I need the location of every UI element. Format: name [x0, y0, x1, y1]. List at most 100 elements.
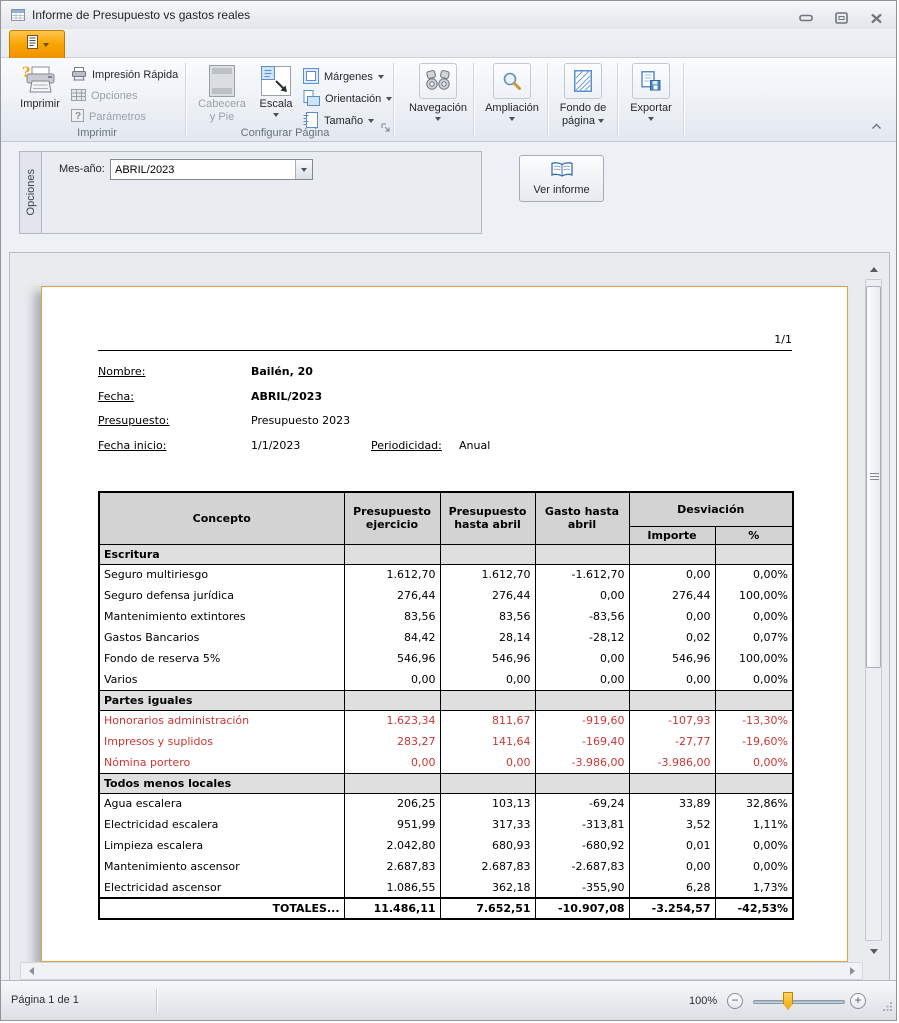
report-table-body: EscrituraSeguro multiriesgo1.612,701.612… [99, 544, 793, 919]
zoom-in-button[interactable]: + [850, 993, 866, 1009]
table-cell: Todos menos locales [99, 773, 344, 793]
col-header-importe: Importe [629, 526, 715, 544]
chevron-down-icon [378, 75, 384, 79]
chevron-down-icon [301, 168, 307, 172]
vertical-scrollbar-thumb[interactable] [866, 286, 881, 668]
zoom-slider-track[interactable] [753, 1000, 845, 1004]
table-cell: 206,25 [344, 793, 440, 814]
exportar-button[interactable]: Exportar [623, 63, 679, 121]
app-menu-icon [25, 34, 41, 55]
collapse-ribbon-icon[interactable] [871, 117, 882, 135]
table-row: Gastos Bancarios84,4228,14-28,120,020,07… [99, 627, 793, 648]
options-panel-tab[interactable]: Opciones [19, 151, 41, 234]
escala-button[interactable]: Escala [253, 61, 299, 117]
scroll-left-button[interactable] [23, 963, 39, 979]
table-cell: 283,27 [344, 731, 440, 752]
fondo-pagina-button[interactable]: Fondo de página [553, 63, 613, 128]
chevron-down-icon [43, 43, 49, 47]
table-cell: 2.042,80 [344, 835, 440, 856]
table-cell: 32,86% [715, 793, 793, 814]
table-cell: 0,00 [629, 669, 715, 690]
margenes-button[interactable]: Márgenes [303, 67, 384, 87]
table-cell: -69,24 [535, 793, 629, 814]
zoom-out-button[interactable]: − [727, 993, 743, 1009]
table-cell: 546,96 [344, 648, 440, 669]
vertical-scrollbar-track[interactable] [865, 279, 882, 941]
table-cell [629, 690, 715, 710]
button-separator [473, 63, 474, 137]
table-cell: 951,99 [344, 814, 440, 835]
table-cell: 0,00 [440, 752, 535, 773]
page-indicator: 1/1 [98, 333, 792, 351]
table-row: Electricidad escalera951,99317,33-313,81… [99, 814, 793, 835]
table-cell: Escritura [99, 544, 344, 564]
report-field-row: Fecha inicio: 1/1/2023 Periodicidad: Anu… [98, 439, 792, 455]
title-bar: Informe de Presupuesto vs gastos reales [1, 1, 896, 29]
table-row: Varios0,000,000,000,000,00% [99, 669, 793, 690]
imprimir-button[interactable]: ? Imprimir [13, 61, 67, 111]
table-cell: 0,00% [715, 835, 793, 856]
table-cell: 0,00% [715, 564, 793, 585]
table-cell: Agua escalera [99, 793, 344, 814]
scroll-right-button[interactable] [844, 963, 860, 979]
table-cell: -1.612,70 [535, 564, 629, 585]
impresion-rapida-button[interactable]: Impresión Rápida [71, 65, 178, 85]
scroll-down-button[interactable] [865, 943, 882, 959]
button-separator [683, 63, 684, 137]
navegacion-button[interactable]: Navegación [409, 63, 467, 121]
table-cell: -313,81 [535, 814, 629, 835]
table-row: Agua escalera206,25103,13-69,2433,8932,8… [99, 793, 793, 814]
chevron-down-icon [435, 117, 441, 121]
close-button[interactable] [866, 10, 886, 26]
orientacion-button[interactable]: Orientación [303, 89, 392, 109]
table-cell: 0,02 [629, 627, 715, 648]
resize-grip-icon[interactable] [882, 999, 893, 1017]
chevron-down-icon [509, 117, 515, 121]
vertical-scrollbar[interactable] [865, 261, 883, 959]
dialog-launcher-icon[interactable] [381, 119, 390, 137]
combobox-dropdown-button[interactable] [295, 160, 312, 179]
table-cell: -42,53% [715, 898, 793, 919]
svg-text:?: ? [22, 65, 30, 81]
table-cell [344, 690, 440, 710]
table-cell: 0,01 [629, 835, 715, 856]
col-header-desviacion: Desviación [629, 492, 793, 526]
app-menu-tab[interactable] [9, 30, 65, 58]
section-row: Todos menos locales [99, 773, 793, 793]
ver-informe-button[interactable]: Ver informe [519, 155, 604, 202]
report-table: Concepto Presupuesto ejercicio Presupues… [98, 491, 794, 920]
zoom-slider-thumb[interactable] [783, 992, 793, 1010]
mes-ano-combobox[interactable] [110, 159, 313, 180]
table-cell: 6,28 [629, 877, 715, 898]
horizontal-scrollbar[interactable] [20, 962, 863, 980]
ribbon-tab-strip [1, 29, 896, 58]
table-row: Electricidad ascensor1.086,55362,18-355,… [99, 877, 793, 898]
maximize-button[interactable] [831, 10, 851, 26]
table-cell: Mantenimiento extintores [99, 606, 344, 627]
page-background-icon [564, 63, 602, 99]
mes-ano-input[interactable] [111, 160, 295, 179]
page-count-label: Página 1 de 1 [11, 994, 79, 1006]
table-cell: 2.687,83 [344, 856, 440, 877]
table-cell: -27,77 [629, 731, 715, 752]
orientation-icon [303, 90, 320, 109]
table-cell [535, 690, 629, 710]
table-cell: 1.612,70 [440, 564, 535, 585]
report-field-row: Nombre: Bailén, 20 [98, 365, 792, 381]
table-cell: Gastos Bancarios [99, 627, 344, 648]
col-header-concepto: Concepto [99, 492, 344, 544]
scroll-up-button[interactable] [865, 261, 882, 277]
table-cell: 1.623,34 [344, 710, 440, 731]
table-row: Seguro multiriesgo1.612,701.612,70-1.612… [99, 564, 793, 585]
table-cell: 11.486,11 [344, 898, 440, 919]
table-cell: 0,07% [715, 627, 793, 648]
options-zone: Opciones Mes-año: Ver informe [1, 142, 896, 252]
table-cell: 276,44 [344, 585, 440, 606]
report-field-row: Presupuesto: Presupuesto 2023 [98, 414, 792, 430]
minimize-button[interactable] [796, 10, 816, 26]
group-separator [185, 63, 186, 137]
ampliacion-button[interactable]: Ampliación [483, 63, 541, 121]
report-page: 1/1 Nombre: Bailén, 20 Fecha: ABRIL/2023… [41, 286, 848, 962]
col-header-presupuesto-hasta: Presupuesto hasta abril [440, 492, 535, 544]
table-cell: 83,56 [440, 606, 535, 627]
